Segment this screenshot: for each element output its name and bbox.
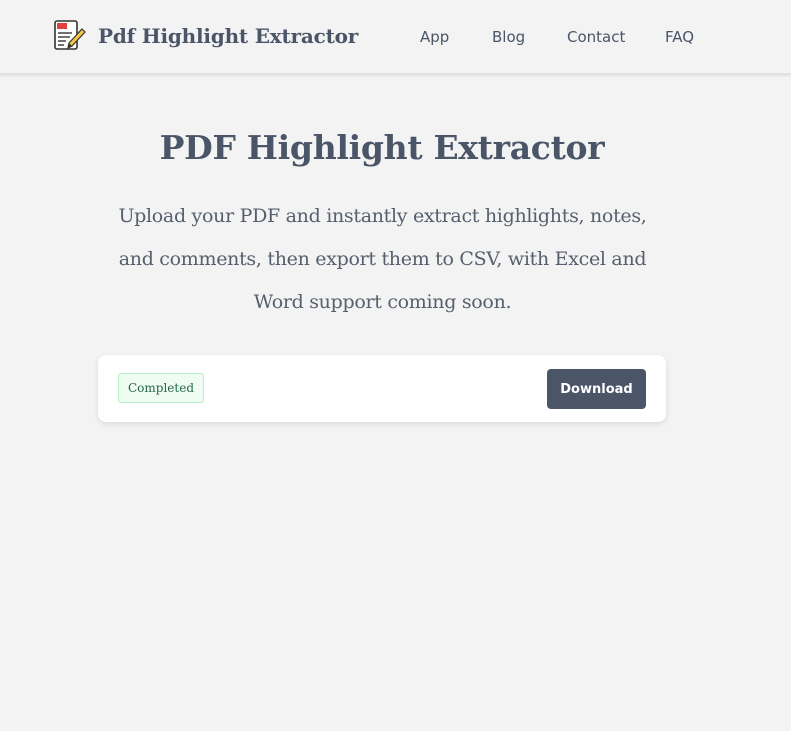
page-title: PDF Highlight Extractor (159, 128, 605, 167)
logo-link[interactable]: Pdf Highlight Extractor (52, 19, 358, 53)
nav-blog-link[interactable]: Blog (492, 27, 525, 47)
status-badge: Completed (118, 373, 204, 403)
logo-text: Pdf Highlight Extractor (98, 24, 359, 48)
pdf-document-pencil-icon (52, 19, 86, 53)
download-button[interactable]: Download (547, 369, 646, 409)
site-header: Pdf Highlight Extractor App Blog Contact… (0, 0, 791, 74)
nav-contact-link[interactable]: Contact (567, 27, 625, 47)
page-description: Upload your PDF and instantly extract hi… (118, 205, 647, 313)
result-card: Completed Download (98, 355, 666, 422)
nav-faq-link[interactable]: FAQ (665, 27, 694, 47)
nav-app-link[interactable]: App (420, 27, 449, 47)
